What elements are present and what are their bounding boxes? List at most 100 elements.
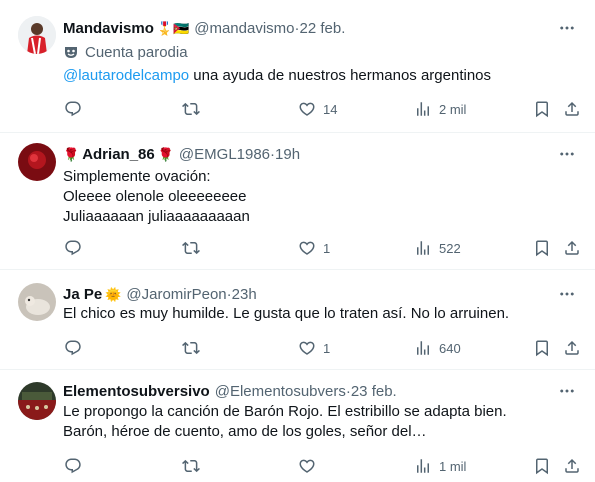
more-icon[interactable] <box>557 284 577 304</box>
tweet-text-line: Simplemente ovación: <box>63 168 211 185</box>
parody-text: Cuenta parodia <box>85 43 188 61</box>
tweet-text-line: Oleeee olenole oleeeeeeee <box>63 188 247 205</box>
like-button[interactable] <box>298 455 323 477</box>
tweet-header: Elementosubversivo @Elementosubvers · 23… <box>63 381 397 401</box>
like-icon <box>298 239 316 257</box>
like-button[interactable]: 1 <box>298 237 330 259</box>
share-icon <box>563 457 581 475</box>
reply-icon <box>64 100 82 118</box>
views-icon <box>414 339 432 357</box>
reply-button[interactable] <box>64 455 89 477</box>
name-emojis: 🎖️🇲🇿 <box>156 20 190 36</box>
display-name[interactable]: Adrian_86 <box>82 146 155 163</box>
timestamp[interactable]: 19h <box>275 146 300 163</box>
tweet-text-line: Juliaaaaaan juliaaaaaaaaan <box>63 208 250 225</box>
views-count: 1 mil <box>439 458 467 474</box>
more-icon[interactable] <box>557 18 577 38</box>
views-button[interactable]: 1 mil <box>414 455 466 477</box>
views-icon <box>414 100 432 118</box>
tweet-header: Ja Pe 🌞 @JaromirPeon · 23h <box>63 284 257 304</box>
display-name[interactable]: Elementosubversivo <box>63 383 210 400</box>
timestamp[interactable]: 23h <box>232 286 257 303</box>
name-emojis: 🌞 <box>105 286 122 302</box>
tweet-text-line: Barón, héroe de cuento, amo de los goles… <box>63 423 427 440</box>
reply-button[interactable] <box>64 237 89 259</box>
tweet-text: @lautarodelcampo una ayuda de nuestros h… <box>63 66 583 86</box>
like-icon <box>298 100 316 118</box>
handle[interactable]: @mandavismo <box>194 20 294 37</box>
tweet-actions: 1 522 <box>0 237 595 259</box>
retweet-button[interactable] <box>182 337 207 359</box>
handle[interactable]: @EMGL1986 <box>179 146 270 163</box>
tweet[interactable]: 🌹 Adrian_86 🌹 @EMGL1986 · 19h Simplement… <box>0 133 595 270</box>
reply-icon <box>64 239 82 257</box>
tweet-text-line: Le propongo la canción de Barón Rojo. El… <box>63 403 507 420</box>
views-button[interactable]: 2 mil <box>414 98 466 120</box>
retweet-icon <box>182 339 200 357</box>
reply-icon <box>64 457 82 475</box>
reply-button[interactable] <box>64 337 89 359</box>
tweet[interactable]: Mandavismo 🎖️🇲🇿 @mandavismo · 22 feb. Cu… <box>0 0 595 133</box>
views-count: 640 <box>439 340 461 356</box>
bookmark-button[interactable] <box>533 455 551 477</box>
bookmark-button[interactable] <box>533 98 551 120</box>
share-button[interactable] <box>563 455 581 477</box>
share-icon <box>563 100 581 118</box>
tweet-text: Simplemente ovación: Oleeee olenole olee… <box>63 167 583 227</box>
display-name[interactable]: Ja Pe <box>63 286 102 303</box>
avatar[interactable] <box>18 283 56 321</box>
retweet-button[interactable] <box>182 98 207 120</box>
like-button[interactable]: 1 <box>298 337 330 359</box>
views-count: 2 mil <box>439 101 467 117</box>
retweet-button[interactable] <box>182 455 207 477</box>
tweet-text-line: El chico es muy humilde. Le gusta que lo… <box>63 305 510 322</box>
bookmark-button[interactable] <box>533 337 551 359</box>
reply-button[interactable] <box>64 98 89 120</box>
views-button[interactable]: 522 <box>414 237 461 259</box>
bookmark-icon <box>533 239 551 257</box>
retweet-icon <box>182 457 200 475</box>
display-name[interactable]: Mandavismo <box>63 20 154 37</box>
share-icon <box>563 239 581 257</box>
name-prefix-emoji: 🌹 <box>63 146 80 162</box>
mention-link[interactable]: @lautarodelcampo <box>63 67 189 84</box>
tweet-text-content: una ayuda de nuestros hermanos argentino… <box>189 67 492 84</box>
share-button[interactable] <box>563 98 581 120</box>
avatar[interactable] <box>18 382 56 420</box>
views-button[interactable]: 640 <box>414 337 461 359</box>
like-icon <box>298 457 316 475</box>
handle[interactable]: @Elementosubvers <box>215 383 346 400</box>
like-count: 1 <box>323 340 331 356</box>
more-icon[interactable] <box>557 381 577 401</box>
parody-label: Cuenta parodia <box>63 42 188 62</box>
bookmark-button[interactable] <box>533 237 551 259</box>
tweet[interactable]: Elementosubversivo @Elementosubvers · 23… <box>0 370 595 482</box>
timestamp[interactable]: 23 feb. <box>351 383 397 400</box>
tweet-actions: 1 640 <box>0 337 595 359</box>
tweet-actions: 14 2 mil <box>0 98 595 120</box>
tweet-actions: 1 mil <box>0 455 595 477</box>
bookmark-icon <box>533 339 551 357</box>
retweet-icon <box>182 100 200 118</box>
avatar[interactable] <box>18 16 56 54</box>
retweet-button[interactable] <box>182 237 207 259</box>
share-button[interactable] <box>563 337 581 359</box>
like-button[interactable]: 14 <box>298 98 337 120</box>
views-icon <box>414 457 432 475</box>
tweet-header: Mandavismo 🎖️🇲🇿 @mandavismo · 22 feb. <box>63 18 345 38</box>
tweet[interactable]: Ja Pe 🌞 @JaromirPeon · 23h El chico es m… <box>0 270 595 370</box>
handle[interactable]: @JaromirPeon <box>126 286 226 303</box>
reply-icon <box>64 339 82 357</box>
timestamp[interactable]: 22 feb. <box>300 20 346 37</box>
bookmark-icon <box>533 100 551 118</box>
share-icon <box>563 339 581 357</box>
views-icon <box>414 239 432 257</box>
retweet-icon <box>182 239 200 257</box>
bookmark-icon <box>533 457 551 475</box>
share-button[interactable] <box>563 237 581 259</box>
like-count: 1 <box>323 240 331 256</box>
more-icon[interactable] <box>557 144 577 164</box>
name-emojis: 🌹 <box>157 146 174 162</box>
avatar[interactable] <box>18 143 56 181</box>
like-icon <box>298 339 316 357</box>
